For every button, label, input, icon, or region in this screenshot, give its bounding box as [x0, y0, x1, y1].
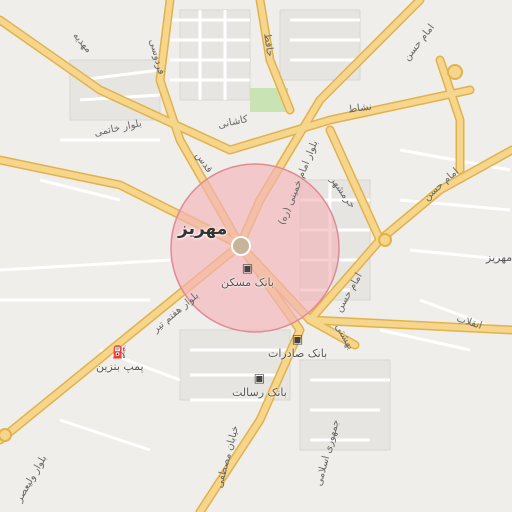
poi-label: پمپ بنزین: [96, 360, 144, 373]
poi-label: بانک صادرات: [268, 347, 328, 360]
map-layer: [0, 0, 512, 512]
bank-icon: ▣: [241, 261, 254, 275]
location-marker: [231, 236, 251, 256]
bank-icon: ▣: [253, 371, 266, 385]
poi-label: بانک مسکن: [221, 276, 274, 289]
poi-bank-resalat[interactable]: ▣ بانک رسالت: [232, 372, 287, 399]
poi-label: بانک رسالت: [232, 386, 287, 399]
poi-bank-saderat[interactable]: ▣ بانک صادرات: [268, 333, 327, 360]
road-label-hafez: حافظ: [261, 32, 276, 58]
poi-bank-maskan[interactable]: ▣ بانک مسکن: [221, 262, 274, 289]
fuel-icon: ⛽: [112, 345, 128, 359]
search-radius: [170, 163, 340, 333]
map-canvas[interactable]: مهریز مهریز بلوار امام خمینی (ره) بلوار …: [0, 0, 512, 512]
bank-icon: ▣: [291, 332, 304, 346]
city-label-small: مهریز: [486, 251, 512, 264]
poi-fuel-station[interactable]: ⛽ پمپ بنزین: [96, 346, 144, 373]
city-label: مهریز: [178, 219, 228, 239]
